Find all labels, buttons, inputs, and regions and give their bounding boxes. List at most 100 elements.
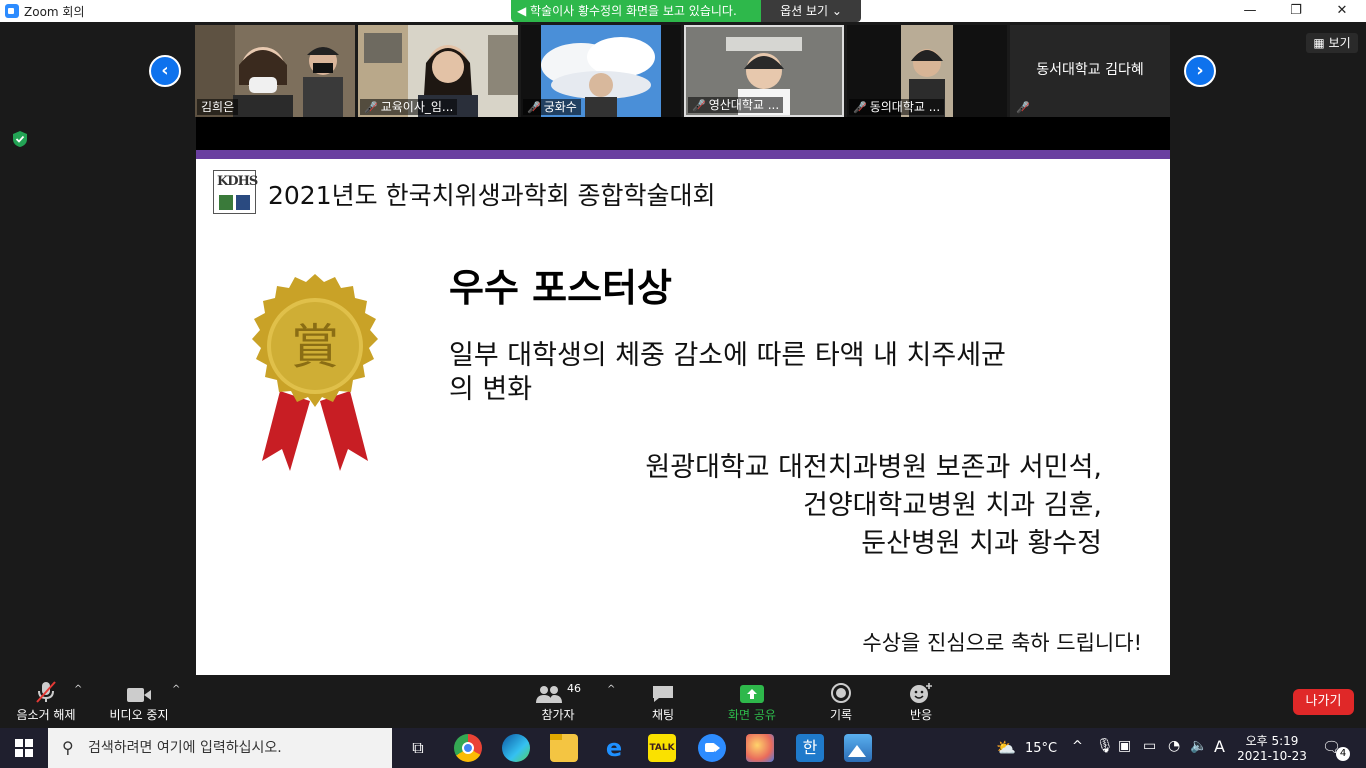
meeting-toolbar: 음소거 해제 ^ 비디오 중지 ^ 46 참가자 ^ 채팅 화면 공유 기록 반… xyxy=(0,676,1366,728)
windows-logo-icon xyxy=(15,739,33,757)
tray-device-icon[interactable]: ▣ xyxy=(1118,738,1131,754)
participant-name-center: 동서대학교 김다혜 xyxy=(1036,62,1144,78)
record-button[interactable]: 기록 xyxy=(818,676,864,728)
chat-button[interactable]: 채팅 xyxy=(640,676,686,728)
award-medal-icon: 賞 xyxy=(252,274,378,471)
zoom-taskbar-icon[interactable] xyxy=(698,734,726,762)
participants-label: 참가자 xyxy=(541,708,575,722)
title-bar: Zoom 회의 ◀ 학술이사 황수정의 화면을 보고 있습니다. 옵션 보기 ⌄ … xyxy=(0,0,1366,22)
internet-explorer-icon[interactable]: e xyxy=(600,734,628,762)
participants-icon: 46 xyxy=(530,676,586,706)
strip-prev-button[interactable]: ‹ xyxy=(149,55,181,87)
window-title: Zoom 회의 xyxy=(24,5,85,19)
battery-icon[interactable]: ▭ xyxy=(1143,738,1156,754)
paint-icon[interactable] xyxy=(746,734,774,762)
audio-options-caret[interactable]: ^ xyxy=(74,684,82,695)
chat-icon xyxy=(640,676,686,706)
photos-icon[interactable] xyxy=(844,734,872,762)
speaker-icon: ◀ xyxy=(517,4,527,18)
stop-video-button[interactable]: 비디오 중지 xyxy=(102,676,176,728)
participants-button[interactable]: 46 참가자 xyxy=(530,676,586,728)
video-tile[interactable]: 🎤̸ 궁화수 xyxy=(521,25,681,117)
unmute-button[interactable]: 음소거 해제 xyxy=(8,676,84,728)
input-method-indicator[interactable]: A xyxy=(1214,737,1225,756)
search-placeholder: 검색하려면 여기에 입력하십시오. xyxy=(88,740,282,756)
taskbar-search-box[interactable]: ⚲ 검색하려면 여기에 입력하십시오. xyxy=(48,728,392,768)
muted-mic-icon: 🎤̸ xyxy=(692,99,706,112)
zoom-window: Zoom 회의 ◀ 학술이사 황수정의 화면을 보고 있습니다. 옵션 보기 ⌄ … xyxy=(0,0,1366,768)
participant-label: 🎤̸ 동의대학교 ... xyxy=(849,99,945,115)
video-tile[interactable]: 🎤̸ 동의대학교 ... xyxy=(847,25,1007,117)
clock-date[interactable]: 2021-10-23 xyxy=(1236,749,1308,763)
wifi-icon[interactable]: ◔ xyxy=(1168,738,1180,754)
maximize-button[interactable]: ❐ xyxy=(1273,0,1319,22)
view-button[interactable]: ▦ 보기 xyxy=(1306,33,1358,53)
temperature[interactable]: 15°C xyxy=(1025,741,1057,756)
record-label: 기록 xyxy=(829,708,853,722)
participant-label: 🎤̸ 교육이사_임... xyxy=(360,99,458,115)
logo-text: KDHS xyxy=(217,174,258,189)
share-screen-label: 화면 공유 xyxy=(728,708,776,722)
clock-time[interactable]: 오후 5:19 xyxy=(1240,732,1304,749)
security-shield-icon[interactable] xyxy=(12,130,28,148)
participants-options-caret[interactable]: ^ xyxy=(607,684,615,695)
kakaotalk-icon[interactable]: TALK xyxy=(648,734,676,762)
author-line: 건양대학교병원 치과 김훈, xyxy=(803,490,1102,521)
unmute-label: 음소거 해제 xyxy=(16,708,76,722)
participant-name: 김희은 xyxy=(201,100,235,114)
video-tile[interactable]: 동서대학교 김다혜 🎤̸ xyxy=(1010,25,1170,117)
hangul-icon[interactable]: 한 xyxy=(796,734,824,762)
tray-mic-icon[interactable]: 🎙 xyxy=(1096,738,1114,754)
chrome-icon[interactable] xyxy=(454,734,482,762)
society-logo: KDHS xyxy=(213,170,258,214)
muted-mic-icon: 🎤̸ xyxy=(527,101,541,114)
video-tile[interactable]: 🎤̸ 교육이사_임... xyxy=(358,25,518,117)
grid-icon: ▦ xyxy=(1313,36,1329,50)
edge-icon[interactable] xyxy=(502,734,530,762)
participant-name: 교육이사_임... xyxy=(380,100,454,114)
participant-label: 김희은 xyxy=(197,99,239,115)
author-line: 둔산병원 치과 황수정 xyxy=(861,528,1102,559)
share-banner-text: 학술이사 황수정의 화면을 보고 있습니다. xyxy=(530,4,737,18)
search-icon: ⚲ xyxy=(62,738,74,757)
muted-mic-icon: 🎤̸ xyxy=(364,101,378,114)
video-tile[interactable]: 🎤̸ 영산대학교 ... xyxy=(684,25,844,117)
chat-label: 채팅 xyxy=(651,708,675,722)
minimize-button[interactable]: — xyxy=(1227,0,1273,22)
share-screen-button[interactable]: 화면 공유 xyxy=(720,676,784,728)
task-view-icon[interactable]: ⧉ xyxy=(404,734,432,762)
windows-taskbar: ⚲ 검색하려면 여기에 입력하십시오. ⧉ e TALK 한 ⛅ 15°C ^ … xyxy=(0,728,1366,768)
screen-share-banner: ◀ 학술이사 황수정의 화면을 보고 있습니다. xyxy=(511,0,761,22)
participant-label: 🎤̸ 궁화수 xyxy=(523,99,581,115)
poster-authors: 원광대학교 대전치과병원 보존과 서민석, 건양대학교병원 치과 김훈, 둔산병… xyxy=(645,449,1102,563)
strip-next-button[interactable]: › xyxy=(1184,55,1216,87)
participant-label: 🎤̸ 영산대학교 ... xyxy=(688,97,784,113)
participant-count: 46 xyxy=(567,682,581,695)
zoom-app-icon xyxy=(5,4,19,18)
poster-title-line: 일부 대학생의 체중 감소에 따른 타액 내 치주세균 xyxy=(449,340,1006,371)
view-button-label: 보기 xyxy=(1328,36,1351,50)
poster-title: 일부 대학생의 체중 감소에 따른 타액 내 치주세균 의 변화 xyxy=(449,339,1129,407)
reactions-button[interactable]: 반응 xyxy=(898,676,944,728)
stop-video-label: 비디오 중지 xyxy=(109,708,169,722)
medal-character: 賞 xyxy=(291,319,339,375)
logo-green-block xyxy=(219,195,233,210)
notification-count-badge: 4 xyxy=(1336,747,1350,761)
record-icon xyxy=(818,676,864,706)
weather-icon[interactable]: ⛅ xyxy=(996,738,1016,757)
tray-overflow-chevron-icon[interactable]: ^ xyxy=(1072,739,1083,754)
logo-blue-block xyxy=(236,195,250,210)
participant-name: 동의대학교 ... xyxy=(869,100,941,114)
windows-start-button[interactable] xyxy=(0,728,48,768)
video-options-caret[interactable]: ^ xyxy=(172,684,180,695)
file-explorer-icon[interactable] xyxy=(550,734,578,762)
slide-purple-bar xyxy=(196,150,1170,159)
volume-icon[interactable]: 🔈 xyxy=(1190,738,1207,754)
video-tile[interactable]: 김희은 xyxy=(195,25,355,117)
leave-meeting-button[interactable]: 나가기 xyxy=(1293,689,1354,715)
view-options-button[interactable]: 옵션 보기 ⌄ xyxy=(761,0,861,22)
video-camera-icon xyxy=(102,676,176,706)
close-button[interactable]: ✕ xyxy=(1319,0,1365,22)
conference-title: 2021년도 한국치위생과학회 종합학술대회 xyxy=(268,181,716,210)
congratulations-text: 수상을 진심으로 축하 드립니다! xyxy=(862,631,1142,655)
